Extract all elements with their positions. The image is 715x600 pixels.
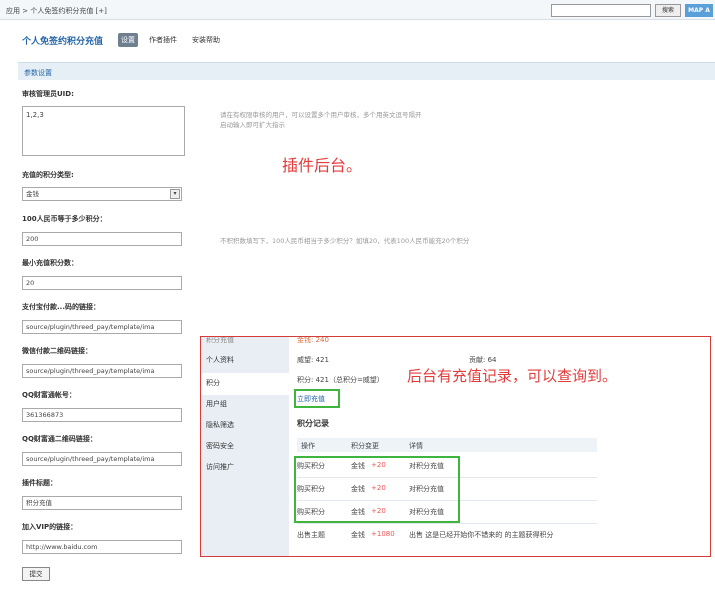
prestige-stat: 威望: 421 (297, 356, 329, 364)
chevron-down-icon[interactable]: ▾ (170, 189, 180, 199)
wechat-input[interactable]: source/plugin/threed_pay/template/ima (22, 364, 182, 378)
row-op: 出售主题 (297, 531, 325, 539)
map-button[interactable]: MAP A (685, 4, 713, 17)
backend-note: 插件后台。 (282, 156, 363, 175)
qq-label: QQ财富通帐号： (22, 391, 76, 399)
top-bar: 应用 > 个人免签约积分充值 [+] 搜索 MAP A (0, 0, 715, 20)
ratio-hint: 不积积数填写下，100人民币相当于多少积分？如填20，代表100人民币能充20个… (220, 237, 470, 245)
tab-settings[interactable]: 设置 (118, 33, 138, 47)
col-credit-change: 积分变更 (351, 442, 379, 450)
money-stat: 金钱: 240 (297, 336, 329, 344)
qq-qr-input[interactable]: source/plugin/threed_pay/template/ima (22, 452, 182, 466)
admin-uid-label: 审核管理员UID: (22, 90, 74, 98)
records-highlight (294, 456, 460, 523)
hint-line: 请在有权限审核的用户，可以设置多个用户审核，多个用英文逗号隔开 (220, 111, 422, 119)
qq-qr-label: QQ财富通二维码链接： (22, 435, 97, 443)
sidebar-item-recharge[interactable]: 积分充值 (206, 337, 234, 345)
record-heading: 积分记录 (297, 419, 329, 428)
credits-stat: 积分: 421（总积分=威望） (297, 376, 384, 384)
admin-uid-textarea[interactable]: 1,2,3 (22, 106, 185, 156)
sidebar-item-privacy[interactable]: 隐私筛选 (206, 420, 234, 430)
user-sidebar: 积分充值 个人资料 积分 用户组 隐私筛选 密码安全 访问推广 (201, 337, 289, 556)
table-header: 操作 积分变更 详情 (297, 438, 597, 452)
row-detail: 出售 这是已经开始你不错来的 的主题获得积分 (409, 531, 554, 539)
sidebar-item-promotion[interactable]: 访问推广 (206, 462, 234, 472)
sidebar-item-password[interactable]: 密码安全 (206, 441, 234, 451)
row-divider (297, 523, 597, 524)
vip-link-label: 加入VIP的链接： (22, 523, 78, 531)
breadcrumb[interactable]: 应用 > 个人免签约积分充值 [+] (6, 6, 107, 16)
plugin-title-input[interactable]: 积分充值 (22, 496, 182, 510)
sidebar-item-credits[interactable]: 积分 (206, 378, 220, 388)
section-header: 参数设置 (18, 62, 715, 80)
contribution-stat: 贡献: 64 (469, 356, 497, 364)
sidebar-item-profile[interactable]: 个人资料 (206, 355, 234, 365)
col-operation: 操作 (301, 442, 315, 450)
credit-type-value: 金钱 (26, 190, 39, 198)
row-amount: +1080 (371, 530, 395, 538)
min-credits-input[interactable]: 20 (22, 276, 182, 290)
plugin-title-label: 插件标题： (22, 479, 57, 487)
alipay-input[interactable]: source/plugin/threed_pay/template/ima (22, 320, 182, 334)
min-credits-label: 最小充值积分数： (22, 259, 78, 267)
ratio-label: 100人民币等于多少积分： (22, 215, 107, 223)
vip-link-input[interactable]: http://www.baidu.com (22, 540, 182, 554)
wechat-label: 微信付款二维码链接： (22, 347, 92, 355)
submit-button[interactable]: 提交 (22, 567, 50, 581)
alipay-label: 支付宝付款...码的链接： (22, 303, 100, 311)
section-title: 参数设置 (24, 69, 52, 77)
hint-line: 启动输入即可扩大指示 (220, 121, 285, 129)
records-overlay: 积分充值 个人资料 积分 用户组 隐私筛选 密码安全 访问推广 金钱: 240 … (200, 336, 711, 557)
plugin-title: 个人免签约积分充值 (22, 37, 104, 47)
credit-type-select[interactable]: 金钱 ▾ (22, 187, 182, 201)
admin-uid-hint: 请在有权限审核的用户，可以设置多个用户审核，多个用英文逗号隔开 启动输入即可扩大… (220, 110, 422, 130)
row-currency: 金钱 (351, 531, 365, 539)
search-button[interactable]: 搜索 (655, 4, 681, 17)
ratio-input[interactable]: 200 (22, 232, 182, 246)
tab-author-plugins[interactable]: 作者插件 (146, 33, 180, 47)
search-input[interactable] (551, 4, 651, 17)
qq-input[interactable]: 361366873 (22, 408, 182, 422)
credit-type-label: 充值的积分类型: (22, 171, 74, 179)
sidebar-item-usergroup[interactable]: 用户组 (206, 399, 227, 409)
col-detail: 详情 (409, 442, 423, 450)
tab-install-help[interactable]: 安装帮助 (189, 33, 223, 47)
records-note: 后台有充值记录，可以查询到。 (407, 367, 618, 385)
recharge-highlight (294, 389, 340, 408)
